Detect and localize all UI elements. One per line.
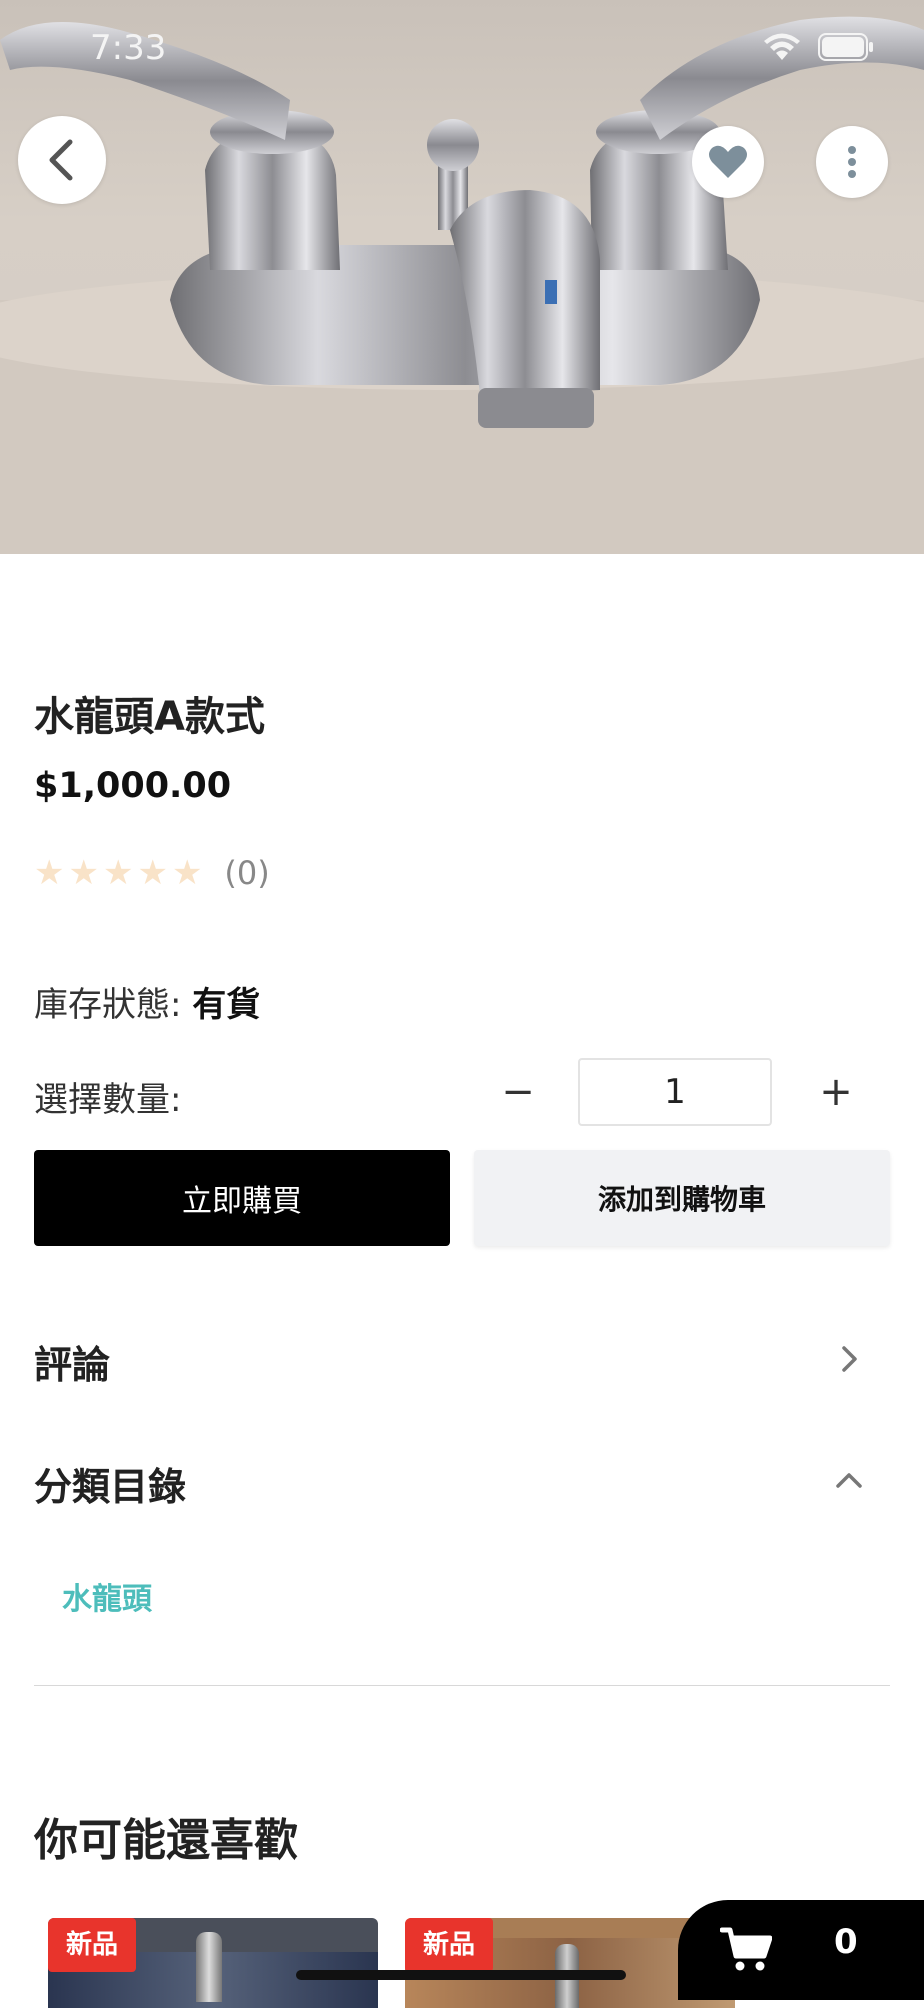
category-link[interactable]: 水龍頭 — [62, 1574, 152, 1618]
recommendations-title: 你可能還喜歡 — [34, 1815, 298, 1866]
star-icon: ★ — [102, 853, 134, 893]
quantity-label: 選擇數量: — [34, 1080, 182, 1120]
more-vertical-icon — [848, 146, 856, 178]
favorite-button[interactable] — [692, 126, 764, 198]
battery-icon — [818, 33, 873, 61]
cart-icon — [720, 1927, 772, 1971]
more-options-button[interactable] — [816, 126, 888, 198]
cart-count: 0 — [834, 1922, 858, 1962]
quantity-input[interactable]: 1 — [578, 1058, 772, 1126]
categories-row[interactable]: 分類目錄 — [34, 1456, 186, 1511]
recommendation-card[interactable]: 新品 — [48, 1918, 378, 2008]
back-button[interactable] — [18, 116, 106, 204]
add-to-cart-button[interactable]: 添加到購物車 — [474, 1150, 890, 1246]
star-icon: ★ — [171, 853, 203, 893]
new-badge: 新品 — [405, 1918, 494, 1972]
heart-icon — [709, 145, 747, 178]
product-title: 水龍頭A款式 — [34, 694, 265, 740]
stock-label: 庫存狀態: — [34, 985, 182, 1025]
buy-now-button[interactable]: 立即購買 — [34, 1150, 450, 1246]
quantity-increase-button[interactable]: + — [816, 1062, 856, 1122]
status-bar: 7:33 — [0, 0, 924, 100]
rating[interactable]: ★ ★ ★ ★ ★ (0) — [34, 854, 270, 892]
chevron-right-icon[interactable] — [834, 1344, 864, 1374]
chevron-left-icon — [49, 139, 73, 181]
reviews-row[interactable]: 評論 — [34, 1334, 110, 1389]
quantity-decrease-button[interactable]: − — [498, 1062, 538, 1122]
status-time: 7:33 — [90, 28, 167, 68]
stock-status: 庫存狀態: 有貨 — [34, 977, 260, 1026]
chevron-up-icon[interactable] — [834, 1466, 864, 1496]
rating-count: (0) — [224, 854, 270, 892]
product-price: $1,000.00 — [34, 766, 232, 806]
star-icon: ★ — [68, 853, 99, 893]
status-icons — [762, 32, 874, 62]
new-badge: 新品 — [48, 1918, 137, 1972]
floating-cart-button[interactable]: 0 — [678, 1900, 924, 2000]
wifi-icon — [764, 33, 800, 60]
stock-value: 有貨 — [192, 985, 261, 1025]
star-icon: ★ — [137, 853, 168, 893]
home-indicator[interactable] — [296, 1970, 626, 1980]
star-icon: ★ — [34, 853, 65, 893]
divider — [34, 1685, 890, 1686]
